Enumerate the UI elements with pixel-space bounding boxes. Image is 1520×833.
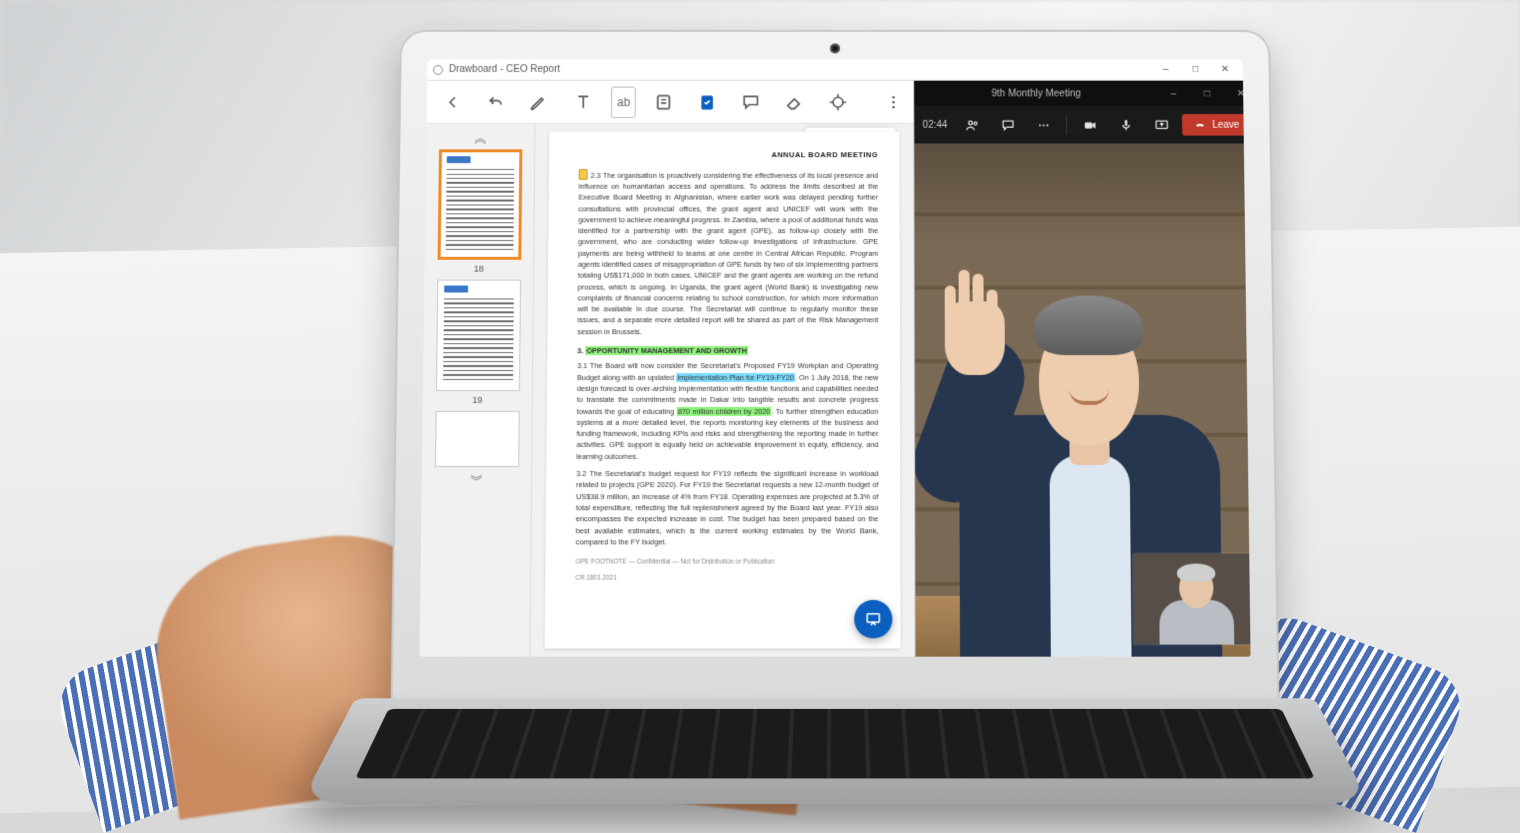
thumbnail-page-number: 19: [472, 395, 482, 405]
paragraph: 3.1 The Board will now consider the Secr…: [576, 360, 878, 462]
pen-tool[interactable]: [524, 86, 556, 117]
page-thumbnail[interactable]: [435, 280, 520, 391]
document-app: ab ︽ 18: [419, 81, 916, 657]
separator: [1066, 115, 1067, 135]
task-tool[interactable]: [692, 86, 724, 117]
document-body: ︽ 18 19 ︾ You are presenting ANNUAL BOAR…: [419, 124, 915, 657]
meeting-minimize-button[interactable]: –: [1161, 85, 1185, 103]
laptop-screen-frame: Drawboard - CEO Report – □ ✕ ab: [390, 30, 1280, 728]
paragraph: 2.3 The organisation is proactively cons…: [577, 169, 878, 338]
note-tool[interactable]: [648, 86, 680, 117]
toolbar-more-button[interactable]: [878, 86, 910, 117]
laptop-keys: [355, 709, 1315, 779]
eraser-tool[interactable]: [779, 86, 811, 117]
window-title: Drawboard - CEO Report: [449, 64, 560, 75]
sticky-note-icon[interactable]: [579, 169, 588, 180]
laptop-keyboard-deck: [300, 698, 1370, 804]
meeting-close-button[interactable]: ✕: [1229, 85, 1251, 103]
chat-button[interactable]: [993, 112, 1023, 138]
text-tool[interactable]: [567, 86, 599, 117]
participants-button[interactable]: [957, 112, 987, 138]
laptop-camera: [830, 44, 840, 54]
meeting-titlebar: 9th Monthly Meeting – □ ✕: [915, 81, 1251, 106]
main-video-feed[interactable]: [915, 143, 1251, 656]
thumbnail-panel: ︽ 18 19 ︾: [419, 124, 535, 657]
comment-tool[interactable]: [735, 86, 767, 117]
document-page: ANNUAL BOARD MEETING 2.3 The organisatio…: [545, 132, 901, 649]
camera-toggle-button[interactable]: [1075, 112, 1105, 138]
app-icon: [433, 65, 443, 75]
back-button[interactable]: [436, 86, 468, 117]
mic-toggle-button[interactable]: [1111, 112, 1141, 138]
leave-label: Leave: [1212, 119, 1239, 130]
os-viewport: Drawboard - CEO Report – □ ✕ ab: [419, 59, 1250, 656]
more-options-button[interactable]: [1029, 112, 1059, 138]
thumbnail-page-number: 18: [474, 264, 484, 274]
meeting-title: 9th Monthly Meeting: [921, 88, 1152, 99]
share-screen-button[interactable]: [1147, 112, 1177, 138]
meeting-toolbar: 02:44 Leave: [915, 106, 1251, 143]
page-thumbnail[interactable]: [434, 411, 519, 467]
page-footer: GPE FOOTNOTE — Confidential — Not for Di…: [576, 558, 879, 568]
window-minimize-button[interactable]: –: [1154, 61, 1178, 79]
hangup-icon: [1194, 119, 1206, 131]
page-footnum: CR.1801.2021: [575, 574, 878, 584]
page-header: ANNUAL BOARD MEETING: [579, 149, 878, 160]
section-heading: 3. OPPORTUNITY MANAGEMENT AND GROWTH: [577, 345, 878, 356]
meeting-app: 9th Monthly Meeting – □ ✕ 02:44: [915, 81, 1251, 657]
meeting-elapsed-time: 02:44: [923, 119, 948, 130]
leave-meeting-button[interactable]: Leave: [1182, 114, 1250, 136]
window-maximize-button[interactable]: □: [1183, 61, 1207, 79]
meeting-maximize-button[interactable]: □: [1195, 85, 1219, 103]
window-titlebar: Drawboard - CEO Report – □ ✕: [427, 59, 1243, 81]
page-viewport[interactable]: You are presenting ANNUAL BOARD MEETING …: [530, 124, 915, 657]
document-toolbar: ab: [426, 81, 913, 124]
thumbs-scroll-up[interactable]: ︽: [474, 130, 486, 144]
window-close-button[interactable]: ✕: [1213, 61, 1237, 79]
highlight-tool[interactable]: ab: [611, 86, 636, 117]
target-tool[interactable]: [822, 86, 854, 117]
thumbs-scroll-down[interactable]: ︾: [470, 473, 482, 487]
self-video-thumbnail[interactable]: [1132, 553, 1250, 644]
undo-button[interactable]: [480, 86, 512, 117]
laptop: Drawboard - CEO Report – □ ✕ ab: [390, 30, 1280, 748]
presentation-icon: [865, 610, 883, 628]
paragraph: 3.2 The Secretariat's budget request for…: [576, 468, 879, 548]
page-thumbnail[interactable]: [437, 149, 522, 259]
